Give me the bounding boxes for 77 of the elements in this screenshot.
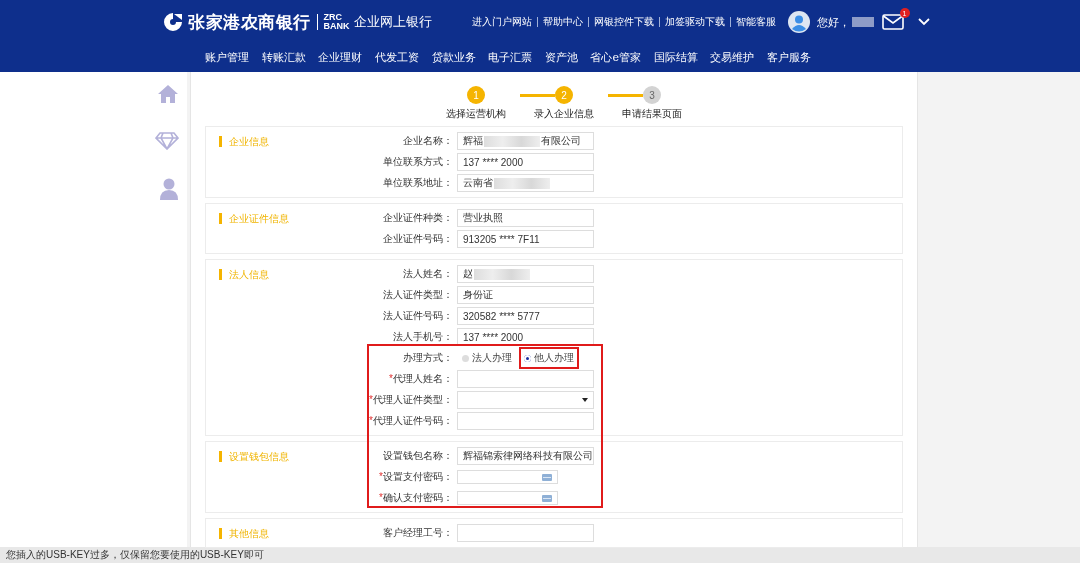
field-label: 法人手机号：: [392, 330, 453, 344]
input-field[interactable]: 身份证: [457, 286, 594, 304]
input-field[interactable]: [457, 412, 594, 430]
nav-menu-item[interactable]: 客户服务: [760, 44, 818, 72]
section-title: 法人信息: [219, 269, 356, 280]
avatar-icon[interactable]: [787, 11, 810, 33]
section-title: 企业信息: [219, 136, 356, 147]
nav-menu-item[interactable]: 交易维护: [703, 44, 761, 72]
input-field[interactable]: 辉福 有限公司: [457, 132, 594, 150]
radio-option[interactable]: 他人办理: [519, 347, 579, 369]
field-label: 单位联系地址：: [382, 176, 453, 190]
nav-menu-item[interactable]: 转账汇款: [255, 44, 313, 72]
input-field[interactable]: 320582 **** 5777: [457, 307, 594, 325]
mail-icon[interactable]: [881, 14, 904, 30]
field-label: 设置钱包名称：: [382, 449, 453, 463]
input-field[interactable]: 云南省: [457, 174, 594, 192]
input-field[interactable]: 赵: [457, 265, 594, 283]
input-field[interactable]: 辉福锦索律网络科技有限公司: [457, 447, 594, 465]
field-label: 法人证件号码：: [382, 309, 453, 323]
product-name: 企业网上银行: [353, 13, 432, 31]
header-link[interactable]: 加签驱动下载: [664, 15, 725, 29]
input-field[interactable]: [457, 370, 594, 388]
nav-menu-item[interactable]: 资产池: [538, 44, 585, 72]
input-field[interactable]: 营业执照: [457, 209, 594, 227]
header-link[interactable]: 进入门户网站: [471, 15, 532, 29]
chevron-down-icon[interactable]: [917, 18, 930, 26]
keyboard-icon: [542, 494, 552, 502]
step-label: 录入企业信息: [534, 107, 594, 121]
input-field[interactable]: 913205 **** 7F11: [457, 230, 594, 248]
field-label: *确认支付密码：: [378, 491, 453, 505]
step-number: 2: [555, 86, 573, 104]
nav-menu-item[interactable]: 企业理财: [312, 44, 369, 72]
nav-menu-item[interactable]: 国际结算: [647, 44, 704, 72]
step-label: 申请结果页面: [622, 107, 682, 121]
keyboard-icon: [542, 473, 552, 481]
nav-menu-item[interactable]: 账户管理: [199, 44, 256, 72]
field-label: *代理人姓名：: [388, 372, 453, 386]
field-label: 企业证件种类：: [382, 211, 453, 225]
status-message: 您插入的USB-KEY过多，仅保留您要使用的USB-KEY即可: [0, 547, 1080, 563]
field-label: *设置支付密码：: [378, 470, 453, 484]
section-title: 其他信息: [219, 528, 356, 539]
header-link[interactable]: 智能客服: [735, 15, 776, 29]
field-label: *代理人证件号码：: [368, 414, 453, 428]
field-label: 法人证件类型：: [382, 288, 453, 302]
input-field[interactable]: 137 **** 2000: [457, 153, 594, 171]
home-icon[interactable]: [157, 84, 179, 104]
step-label: 选择运营机构: [446, 107, 506, 121]
input-field[interactable]: [457, 524, 594, 542]
field-label: 法人姓名：: [402, 267, 453, 281]
field-label: 客户经理工号：: [382, 526, 453, 540]
nav-menu-item[interactable]: 电子汇票: [481, 44, 539, 72]
caret-icon: [582, 398, 588, 402]
nav-menu-item[interactable]: 代发工资: [368, 44, 426, 72]
section-title: 企业证件信息: [219, 213, 356, 224]
header-link[interactable]: 网银控件下载: [593, 15, 654, 29]
field-label: 单位联系方式：: [382, 155, 453, 169]
header-link[interactable]: 帮助中心: [542, 15, 583, 29]
bank-code: ZRC BANK: [323, 13, 350, 31]
input-field[interactable]: 137 **** 2000: [457, 328, 594, 346]
field-label: 办理方式：: [402, 351, 453, 365]
nav-menu-item[interactable]: 省心e管家: [584, 44, 648, 72]
password-field[interactable]: [457, 470, 558, 484]
step-number: 3: [643, 86, 661, 104]
field-label: *代理人证件类型：: [368, 393, 453, 407]
diamond-icon[interactable]: [155, 132, 179, 150]
bank-name: 张家港农商银行: [188, 11, 311, 34]
radio-option[interactable]: 法人办理: [457, 347, 517, 369]
field-label: 企业名称：: [402, 134, 453, 148]
step-number: 1: [467, 86, 485, 104]
password-field[interactable]: [457, 491, 558, 505]
bank-logo-icon: [162, 11, 184, 33]
nav-menu-item[interactable]: 贷款业务: [425, 44, 482, 72]
dropdown-field[interactable]: [457, 391, 594, 409]
person-icon[interactable]: [159, 178, 179, 200]
section-title: 设置钱包信息: [219, 451, 356, 462]
greeting-text: 您好，: [816, 14, 850, 30]
field-label: 企业证件号码：: [382, 232, 453, 246]
